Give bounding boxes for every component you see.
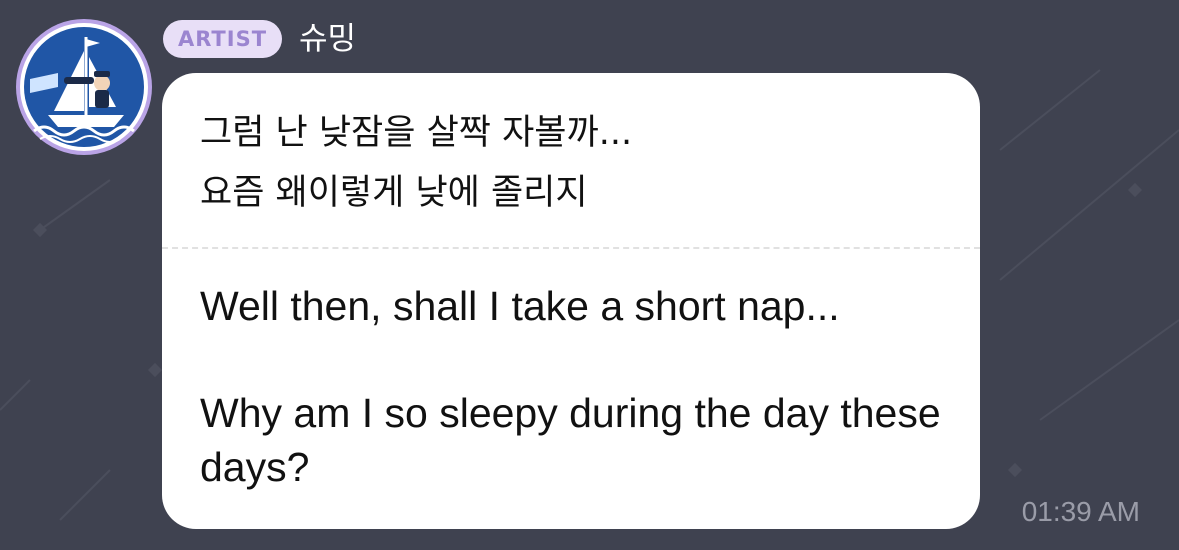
translation-divider xyxy=(162,247,980,249)
artist-badge: ARTIST xyxy=(163,20,282,58)
translated-line: Well then, shall I take a short nap... xyxy=(200,283,840,329)
ship-sailor-logo-icon xyxy=(24,27,144,147)
username[interactable]: 슈밍 xyxy=(299,19,356,59)
avatar[interactable] xyxy=(16,19,152,155)
translated-message-text: Well then, shall I take a short nap... W… xyxy=(200,279,960,494)
avatar-image xyxy=(20,23,148,151)
original-message-text: 그럼 난 낮잠을 살짝 자볼까... 요즘 왜이렇게 낮에 졸리지 xyxy=(200,113,633,213)
message-timestamp: 01:39 AM xyxy=(1021,496,1140,527)
message-bubble[interactable]: 그럼 난 낮잠을 살짝 자볼까... 요즘 왜이렇게 낮에 졸리지 Well t… xyxy=(162,73,980,529)
translated-line: Why am I so sleepy during the day these … xyxy=(200,390,941,490)
